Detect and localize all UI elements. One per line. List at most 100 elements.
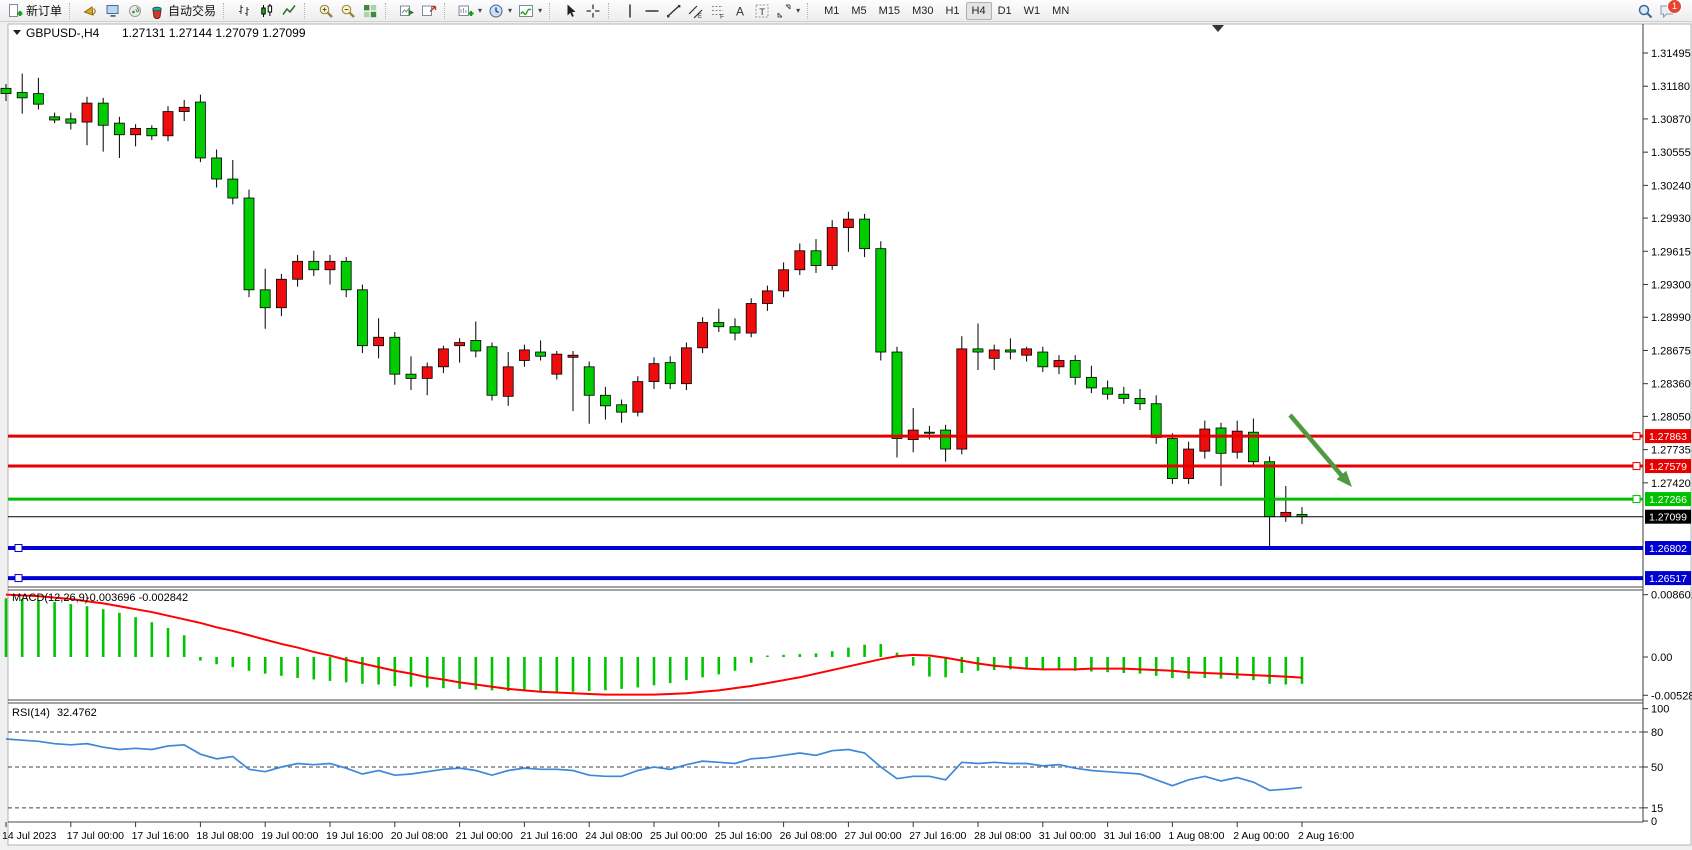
price-axis-label: 1.30870 — [1651, 114, 1691, 126]
auto-trading-button-label: 自动交易 — [168, 2, 216, 19]
timeframe-button-mn[interactable]: MN — [1046, 2, 1075, 20]
vertical-line-button[interactable] — [619, 1, 641, 21]
zoom-in-icon — [318, 3, 334, 19]
timeframe-button-h4[interactable]: H4 — [966, 2, 992, 20]
toolbar-separator — [444, 3, 451, 19]
timeframe-button-m15[interactable]: M15 — [873, 2, 906, 20]
price-badge-label: 1.26517 — [1649, 573, 1687, 585]
chart-window: 1.278631.275791.272661.270991.268021.265… — [0, 0, 1692, 850]
candle-chart-button[interactable] — [256, 1, 278, 21]
chevron-down-icon[interactable]: ▾ — [508, 6, 512, 15]
time-axis-label: 18 Jul 08:00 — [196, 830, 253, 842]
indicators-button[interactable]: ▾ — [515, 1, 545, 21]
time-axis-label: 31 Jul 00:00 — [1039, 830, 1096, 842]
time-axis-label: 25 Jul 00:00 — [650, 830, 707, 842]
rsi-axis-label: 0 — [1651, 816, 1657, 828]
line-chart-button[interactable] — [278, 1, 300, 21]
price-axis-label: 1.28360 — [1651, 379, 1691, 391]
price-axis-label: 1.31180 — [1651, 81, 1690, 93]
vline-icon — [622, 3, 638, 19]
toolbar-separator — [608, 3, 615, 19]
price-axis-label: 1.29930 — [1651, 213, 1691, 225]
zoom-out-icon — [340, 3, 356, 19]
time-axis-label: 21 Jul 16:00 — [520, 830, 577, 842]
hline-handle[interactable] — [1633, 463, 1640, 470]
candle — [827, 220, 837, 270]
chart-title-ohlc: 1.27131 1.27144 1.27079 1.27099 — [122, 26, 306, 40]
text-label-button[interactable]: T — [751, 1, 773, 21]
notification-badge[interactable]: 1 — [1667, 0, 1682, 14]
shift-icon — [421, 3, 437, 19]
fibonacci-button[interactable]: F — [707, 1, 729, 21]
rsi-axis-label: 15 — [1651, 803, 1663, 815]
toolbar: 新订单 自动交易 ▾ ▾ ▾ E FAT ▾ M1M5M15M30H1H4D1W1MN 1 — [0, 0, 1692, 22]
profiles-button[interactable]: ▾ — [485, 1, 515, 21]
channel-icon: E — [688, 3, 704, 19]
candle — [1167, 433, 1177, 484]
chevron-down-icon[interactable]: ▾ — [538, 6, 542, 15]
auto-trading-button[interactable]: 自动交易 — [146, 1, 219, 21]
hline-handle[interactable] — [15, 575, 22, 582]
zoom-in-button[interactable] — [315, 1, 337, 21]
timeframe-button-m1[interactable]: M1 — [818, 2, 845, 20]
rsi-axis-label: 100 — [1651, 704, 1669, 716]
time-axis-label: 27 Jul 16:00 — [909, 830, 966, 842]
price-badge-label: 1.27579 — [1649, 461, 1687, 473]
search-button[interactable] — [1634, 1, 1656, 21]
new-order-button[interactable]: 新订单 — [4, 1, 65, 21]
hline-handle[interactable] — [1633, 496, 1640, 503]
price-badge-label: 1.26802 — [1649, 543, 1687, 555]
toolbar-separator — [385, 3, 392, 19]
hline-handle[interactable] — [15, 545, 22, 552]
arrows-button[interactable]: ▾ — [773, 1, 803, 21]
chart-shift-button[interactable] — [418, 1, 440, 21]
timeframe-button-w1[interactable]: W1 — [1018, 2, 1047, 20]
auto-scroll-button[interactable] — [396, 1, 418, 21]
svg-text:F: F — [720, 13, 724, 19]
price-axis-label: 1.28050 — [1651, 411, 1691, 423]
signal-icon — [127, 3, 143, 19]
announcement-button[interactable] — [80, 1, 102, 21]
svg-text:T: T — [759, 6, 765, 17]
macd-axis-label: 0.00 — [1651, 652, 1672, 664]
candle — [487, 343, 497, 401]
time-axis-label: 14 Jul 2023 — [2, 830, 56, 842]
toolbar-separator — [223, 3, 230, 19]
equidistant-channel-button[interactable]: E — [685, 1, 707, 21]
timeframe-button-m30[interactable]: M30 — [906, 2, 939, 20]
timeframe-button-d1[interactable]: D1 — [992, 2, 1018, 20]
time-axis-label: 28 Jul 08:00 — [974, 830, 1031, 842]
timeframe-button-m5[interactable]: M5 — [845, 2, 872, 20]
timeframe-button-h1[interactable]: H1 — [939, 2, 965, 20]
chevron-down-icon[interactable]: ▾ — [796, 6, 800, 15]
candle — [163, 106, 173, 141]
tile-windows-button[interactable] — [359, 1, 381, 21]
horizontal-line-button[interactable] — [641, 1, 663, 21]
signals-button[interactable] — [124, 1, 146, 21]
zoom-out-button[interactable] — [337, 1, 359, 21]
candle — [876, 241, 886, 360]
trend-icon — [666, 3, 682, 19]
chevron-down-icon[interactable]: ▾ — [478, 6, 482, 15]
price-badge-label: 1.27266 — [1649, 494, 1687, 506]
price-axis-label: 1.28990 — [1651, 312, 1691, 324]
price-axis-label: 1.29300 — [1651, 280, 1691, 292]
tiles-icon — [362, 3, 378, 19]
text-button[interactable]: A — [729, 1, 751, 21]
crosshair-icon — [585, 3, 601, 19]
hline-handle[interactable] — [1633, 433, 1640, 440]
new-chart-button[interactable]: ▾ — [455, 1, 485, 21]
cursor-button[interactable] — [560, 1, 582, 21]
candle — [746, 298, 756, 337]
candles-icon — [259, 3, 275, 19]
time-axis-label: 2 Aug 16:00 — [1298, 830, 1354, 842]
terminal-button[interactable] — [102, 1, 124, 21]
time-axis-label: 19 Jul 00:00 — [261, 830, 318, 842]
bar-chart-button[interactable] — [234, 1, 256, 21]
crosshair-button[interactable] — [582, 1, 604, 21]
price-badge-label: 1.27099 — [1649, 512, 1687, 524]
trendline-button[interactable] — [663, 1, 685, 21]
svg-text:E: E — [698, 14, 702, 19]
chat-button[interactable]: 1 — [1656, 1, 1692, 21]
cursor-icon — [563, 3, 579, 19]
